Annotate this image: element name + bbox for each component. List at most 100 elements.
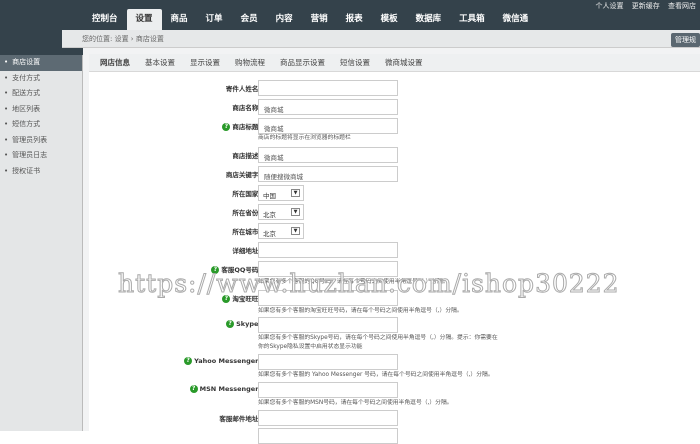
sidebar-item-label: 支付方式 (12, 73, 41, 82)
msn-input[interactable] (258, 382, 398, 398)
sidebar-item-payment[interactable]: • 支付方式 (0, 71, 82, 87)
label: 客服QQ号码: (221, 266, 261, 274)
label-wrap: ? 客服QQ号码: (101, 264, 261, 274)
label: 所在国家: (232, 190, 261, 198)
nav-settings[interactable]: 设置 (126, 9, 162, 31)
wangwang-input[interactable] (258, 290, 398, 306)
nav-database[interactable]: 数据库 (407, 9, 451, 31)
top-links: 个人设置 更新缓存 查看网店 (590, 1, 696, 11)
nav-orders[interactable]: 订单 (197, 9, 232, 31)
label: 商店描述: (232, 152, 261, 160)
hint: 如果您有多个客服的淘宝旺旺号码，请在每个号码之间使用半角逗号（,）分隔。 (258, 308, 463, 314)
label-wrap: ? 淘宝旺旺: (101, 293, 261, 303)
label: 商店标题: (232, 123, 261, 131)
sidebar-item-label: 管理员日志 (12, 151, 48, 159)
sidebar-item-shop-settings[interactable]: • 商店设置 (0, 55, 82, 71)
hint: 如果您有多个客服的QQ号码，请在每个号码之间使用半角逗号（,）分隔。 (258, 279, 449, 285)
view-shop-link[interactable]: 查看网店 (668, 2, 696, 10)
help-icon[interactable]: ? (222, 295, 231, 303)
hint: 商店的标题将显示在浏览器的标题栏 (258, 135, 351, 141)
label: Yahoo Messenger: (194, 357, 261, 365)
shop-info-form: 寄件人姓名: 商店名称: 微商城 ? 商店标题: 微商城 商店的标题将显示在浏览器的标题… (89, 72, 700, 444)
yahoo-input[interactable] (258, 354, 398, 370)
nav-marketing[interactable]: 营销 (302, 9, 337, 31)
value: 中国 (263, 192, 276, 200)
main-nav: 控制台 设置 商品 订单 会员 内容 营销 报表 模板 数据库 工具箱 微信通 (83, 9, 537, 31)
label-wrap: ? 商店标题: (101, 121, 261, 131)
chevron-down-icon: ▼ (291, 208, 300, 216)
email-input[interactable] (258, 410, 398, 426)
value: 北京 (263, 211, 276, 219)
label: 淘宝旺旺: (232, 295, 261, 303)
sidebar-item-admins[interactable]: • 管理员列表 (0, 133, 82, 149)
personal-settings-link[interactable]: 个人设置 (596, 2, 624, 10)
nav-wechat[interactable]: 微信通 (494, 9, 538, 31)
label: 所在城市: (232, 228, 261, 236)
sidebar-item-sms[interactable]: • 短信方式 (0, 117, 82, 133)
label: 寄件人姓名: (225, 85, 261, 93)
label-wrap: ? Yahoo Messenger: (101, 357, 261, 365)
nav-templates[interactable]: 模板 (372, 9, 407, 31)
sidebar-item-license[interactable]: • 授权证书 (0, 164, 82, 180)
label: MSN Messenger: (199, 385, 261, 393)
sidebar-item-shipping[interactable]: • 配送方式 (0, 86, 82, 102)
sidebar-item-admin-log[interactable]: • 管理员日志 (0, 148, 82, 164)
hint: 如果您有多个客服的Skype号码，请在每个号码之间使用半角逗号（,）分隔。提示：… (258, 335, 498, 350)
chevron-down-icon: ▼ (291, 227, 300, 235)
tab-checkout[interactable]: 购物流程 (235, 54, 265, 71)
sender-input[interactable] (258, 80, 398, 96)
shop-title-input[interactable]: 微商城 (258, 118, 398, 134)
address-input[interactable] (258, 242, 398, 258)
shop-name-input[interactable]: 微商城 (258, 99, 398, 115)
sidebar-item-label: 地区列表 (12, 104, 41, 113)
label: 商店名称: (232, 104, 261, 112)
nav-goods[interactable]: 商品 (162, 9, 197, 31)
help-icon[interactable]: ? (222, 123, 231, 131)
breadcrumb: 您的位置: 设置 › 商店设置 (62, 30, 700, 48)
refresh-cache-link[interactable]: 更新缓存 (632, 2, 660, 10)
sidebar-item-label: 授权证书 (12, 166, 41, 175)
tab-sms[interactable]: 短信设置 (340, 54, 370, 71)
label-wrap: ? Skype: (101, 320, 261, 328)
tab-basic[interactable]: 基本设置 (145, 54, 175, 71)
tab-shop-info[interactable]: 网店信息 (100, 54, 130, 71)
hint: 如果您有多个客服的MSN号码，请在每个号码之间使用半角逗号（,）分隔。 (258, 400, 453, 406)
nav-dashboard[interactable]: 控制台 (83, 9, 127, 31)
label: 所在省份: (232, 209, 261, 217)
label: 客服邮件地址: (219, 415, 261, 423)
keywords-input[interactable]: 随便搜微商城 (258, 166, 398, 182)
label: 详细地址: (232, 247, 261, 255)
sidebar-item-label: 短信方式 (12, 120, 41, 128)
shop-desc-input[interactable]: 微商城 (258, 147, 398, 163)
tab-goods-display[interactable]: 商品显示设置 (280, 54, 325, 71)
next-input[interactable] (258, 428, 398, 444)
sidebar-item-regions[interactable]: • 地区列表 (0, 102, 82, 118)
nav-members[interactable]: 会员 (232, 9, 267, 31)
qq-input[interactable] (258, 261, 398, 277)
help-icon[interactable]: ? (226, 320, 235, 328)
main-panel: 网店信息 基本设置 显示设置 购物流程 商品显示设置 短信设置 微商城设置 寄件… (83, 48, 700, 444)
nav-reports[interactable]: 报表 (337, 9, 372, 31)
settings-tabs: 网店信息 基本设置 显示设置 购物流程 商品显示设置 短信设置 微商城设置 (89, 54, 700, 72)
label-wrap: ? MSN Messenger: (101, 385, 261, 393)
tab-display[interactable]: 显示设置 (190, 54, 220, 71)
sidebar-item-label: 商店设置 (12, 58, 41, 66)
city-select[interactable]: 北京 ▼ (258, 223, 304, 239)
nav-content[interactable]: 内容 (267, 9, 302, 31)
nav-tools[interactable]: 工具箱 (450, 9, 494, 31)
hint: 如果您有多个客服的 Yahoo Messenger 号码，请在每个号码之间使用半… (258, 372, 494, 378)
help-icon[interactable]: ? (189, 385, 198, 393)
tab-micro-mall[interactable]: 微商城设置 (385, 54, 423, 71)
help-icon[interactable]: ? (211, 266, 220, 274)
province-select[interactable]: 北京 ▼ (258, 204, 304, 220)
value: 北京 (263, 230, 276, 238)
sidebar-item-label: 管理员列表 (12, 135, 48, 144)
skype-input[interactable] (258, 317, 398, 333)
sidebar: • 商店设置 • 支付方式 • 配送方式 • 地区列表 • 短信方式 • 管理员列表 • 管理… (0, 55, 83, 431)
manage-button[interactable]: 管理规 (671, 33, 700, 47)
country-select[interactable]: 中国 ▼ (258, 185, 304, 201)
label: 商店关键字: (225, 171, 261, 179)
chevron-down-icon: ▼ (291, 189, 300, 197)
help-icon[interactable]: ? (184, 357, 193, 365)
sidebar-item-label: 配送方式 (12, 89, 41, 97)
